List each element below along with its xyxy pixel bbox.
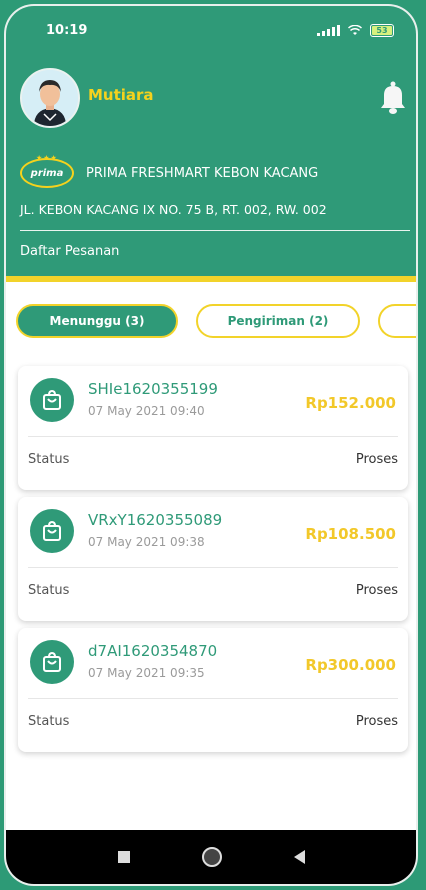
tab-pengiriman[interactable]: Pengiriman (2) xyxy=(196,304,360,338)
avatar[interactable] xyxy=(20,68,80,128)
card-divider xyxy=(28,436,398,437)
order-id: VRxY1620355089 xyxy=(88,511,223,529)
tab-menunggu[interactable]: Menunggu (3) xyxy=(16,304,178,338)
order-icon-circle xyxy=(30,640,74,684)
status-value: Proses xyxy=(355,714,398,729)
header-divider xyxy=(20,230,410,231)
order-date: 07 May 2021 09:38 xyxy=(88,535,205,549)
order-card[interactable]: VRxY1620355089 07 May 2021 09:38 Rp108.5… xyxy=(18,497,408,621)
status-label: Status xyxy=(28,452,70,467)
card-divider xyxy=(28,567,398,568)
battery-level: 53 xyxy=(376,26,388,35)
page-title: Daftar Pesanan xyxy=(20,244,120,259)
order-card[interactable]: SHIe1620355199 07 May 2021 09:40 Rp152.0… xyxy=(18,366,408,490)
shopping-bag-icon xyxy=(43,520,61,541)
store-logo: ★★★ prima xyxy=(20,154,74,188)
status-label: Status xyxy=(28,714,70,729)
recents-square-icon[interactable] xyxy=(117,851,130,863)
store-logo-text: prima xyxy=(30,167,64,179)
status-label: Status xyxy=(28,583,70,598)
shopping-bag-icon xyxy=(43,389,61,410)
order-id: d7AI1620354870 xyxy=(88,642,218,660)
order-date: 07 May 2021 09:40 xyxy=(88,404,205,418)
status-value: Proses xyxy=(355,452,398,467)
order-price: Rp152.000 xyxy=(305,394,396,412)
android-nav-bar xyxy=(6,830,416,884)
store-address: JL. KEBON KACANG IX NO. 75 B, RT. 002, R… xyxy=(20,202,327,217)
username: Mutiara xyxy=(88,86,154,104)
header-accent-line xyxy=(6,276,416,282)
order-tabs: Menunggu (3) Pengiriman (2) xyxy=(16,304,416,338)
tab-next-partial[interactable] xyxy=(378,304,416,338)
signal-icon xyxy=(317,25,340,36)
system-icons: 53 xyxy=(317,24,394,37)
phone-screen: 10:19 53 Mutiara ★★★ prima PRIMA FRESHMA… xyxy=(6,6,416,884)
wifi-icon xyxy=(348,25,362,35)
card-divider xyxy=(28,698,398,699)
shopping-bag-icon xyxy=(43,651,61,672)
order-id: SHIe1620355199 xyxy=(88,380,218,398)
back-triangle-icon[interactable] xyxy=(293,850,305,864)
order-price: Rp300.000 xyxy=(305,656,396,674)
order-card[interactable]: d7AI1620354870 07 May 2021 09:35 Rp300.0… xyxy=(18,628,408,752)
status-value: Proses xyxy=(355,583,398,598)
store-info: ★★★ prima PRIMA FRESHMART KEBON KACANG xyxy=(20,154,319,188)
store-name: PRIMA FRESHMART KEBON KACANG xyxy=(86,165,319,181)
battery-icon: 53 xyxy=(370,24,394,37)
status-time: 10:19 xyxy=(46,23,88,38)
order-price: Rp108.500 xyxy=(305,525,396,543)
logo-stars-icon: ★★★ xyxy=(36,154,58,162)
user-avatar-icon xyxy=(22,70,78,126)
home-circle-icon[interactable] xyxy=(201,847,222,867)
header: 10:19 53 Mutiara ★★★ prima PRIMA FRESHMA… xyxy=(6,6,416,276)
order-icon-circle xyxy=(30,378,74,422)
order-icon-circle xyxy=(30,509,74,553)
status-bar: 10:19 53 xyxy=(6,6,416,50)
bell-icon[interactable] xyxy=(380,80,406,114)
order-date: 07 May 2021 09:35 xyxy=(88,666,205,680)
